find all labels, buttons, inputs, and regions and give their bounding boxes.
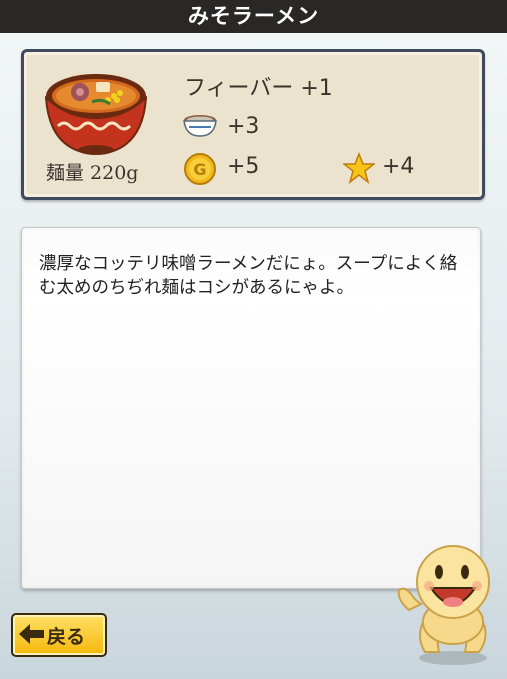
title-bar: みそラーメン: [0, 0, 507, 33]
back-button-label: 戻る: [47, 626, 86, 648]
svg-text:G: G: [193, 160, 206, 179]
page-title: みそラーメン: [187, 4, 320, 28]
mascot-character: [397, 545, 490, 665]
ramen-bowl-image: [44, 74, 148, 156]
ramen-info-card: 麺量 220g フィーバー +1 +3 G +5 +4: [21, 49, 485, 200]
star-bonus-value: +4: [382, 154, 415, 179]
noodle-amount-label: 麺量 220g: [46, 162, 139, 184]
description-panel: 濃厚なコッテリ味噌ラーメンだにょ。スープによく絡む太めのちぢれ麺はコシがあるにゃ…: [21, 227, 481, 589]
fever-bonus: フィーバー +1: [184, 76, 333, 101]
coin-icon: G: [184, 153, 216, 185]
bowl-bonus-value: +3: [227, 114, 260, 139]
back-button[interactable]: 戻る: [11, 613, 107, 657]
coin-bonus-value: +5: [227, 154, 260, 179]
star-icon: [343, 152, 375, 184]
left-arrow-icon: [19, 624, 44, 644]
bowl-icon: [183, 115, 217, 137]
description-text: 濃厚なコッテリ味噌ラーメンだにょ。スープによく絡む太めのちぢれ麺はコシがあるにゃ…: [39, 254, 458, 298]
